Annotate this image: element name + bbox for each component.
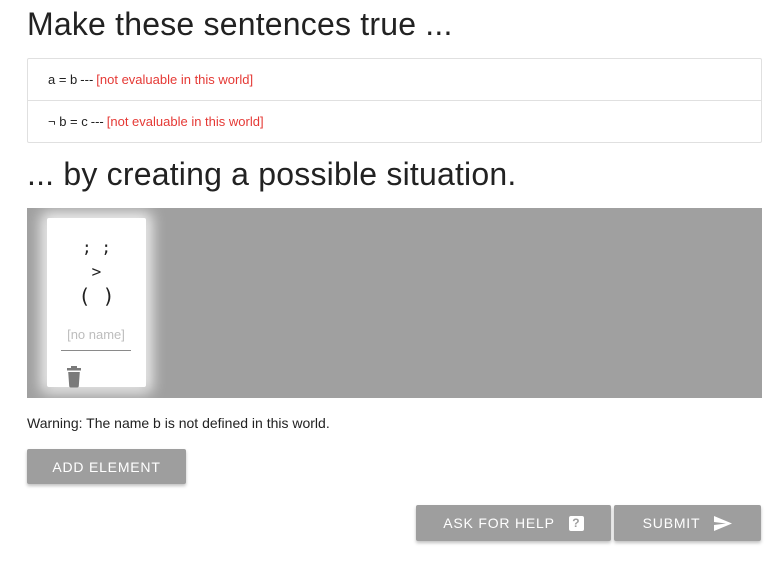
trash-icon[interactable] [65,366,83,388]
element-card[interactable]: ; ; > ( ) [47,218,146,388]
sentence-formula: ¬ b = c [48,114,88,129]
sentence-status: [not evaluable in this world] [96,72,254,87]
ask-for-help-label: ASK FOR HELP [443,515,555,531]
sentence-row: ¬ b = c --- [not evaluable in this world… [28,100,761,142]
help-icon: ? [568,515,584,531]
sentence-separator: --- [80,72,94,87]
sentences-heading: Make these sentences true ... [27,6,453,42]
face-nose: > [91,262,102,281]
submit-button[interactable]: SUBMIT [614,505,761,541]
sentence-status: [not evaluable in this world] [106,114,264,129]
element-name-input[interactable] [61,318,131,351]
send-icon [714,515,733,531]
sentence-row: a = b --- [not evaluable in this world] [28,59,761,100]
sentence-separator: --- [90,114,104,129]
world-canvas[interactable]: ; ; > ( ) [27,208,762,398]
face-eyes: ; ; [82,238,111,257]
situation-heading: ... by creating a possible situation. [27,156,517,192]
face-mouth: ( ) [78,284,115,308]
ask-for-help-button[interactable]: ASK FOR HELP ? [416,505,611,541]
submit-label: SUBMIT [642,515,701,531]
sentence-list: a = b --- [not evaluable in this world] … [27,58,762,143]
add-element-label: ADD ELEMENT [52,458,161,475]
warning-text: Warning: The name b is not defined in th… [27,415,330,431]
add-element-button[interactable]: ADD ELEMENT [27,449,186,484]
element-face: ; ; > ( ) [47,236,146,308]
sentence-formula: a = b [48,72,78,87]
